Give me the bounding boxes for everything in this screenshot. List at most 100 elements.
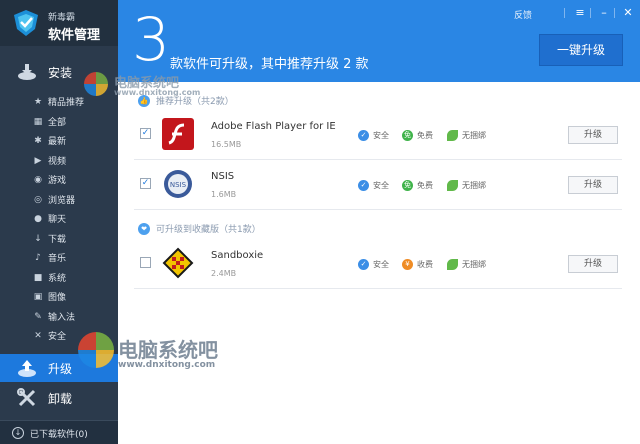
tool-icon: ✕ bbox=[34, 331, 42, 341]
sidebar-category-label: 下载 bbox=[48, 234, 67, 245]
shield-check-icon: ✓ bbox=[358, 180, 369, 191]
feedback-link[interactable]: 反馈 bbox=[514, 8, 532, 21]
row-checkbox[interactable] bbox=[140, 257, 151, 268]
nav-uninstall[interactable]: 卸载 bbox=[0, 384, 118, 412]
software-size: 2.4MB bbox=[211, 269, 237, 278]
sidebar-category-label: 音乐 bbox=[48, 254, 67, 264]
sidebar-category[interactable]: ◉ 游戏 bbox=[0, 171, 118, 189]
flash-player-icon bbox=[162, 118, 194, 150]
section-recommended-title: 推荐升级（共2款） bbox=[156, 97, 234, 107]
upgrade-button[interactable]: 升级 bbox=[568, 255, 618, 273]
tag-safe: ✓ 安全 bbox=[358, 130, 389, 141]
minimize-icon[interactable]: – bbox=[596, 6, 612, 20]
thumb-icon: 👍 bbox=[138, 94, 150, 107]
sidebar-category[interactable]: ✱ 最新 bbox=[0, 132, 118, 150]
free-icon: 免 bbox=[402, 130, 413, 141]
sidebar-category[interactable]: ▦ 全部 bbox=[0, 113, 118, 131]
sidebar-category-label: 输入法 bbox=[48, 312, 76, 323]
row-checkbox[interactable]: ✓ bbox=[140, 178, 151, 189]
leaf-icon bbox=[447, 180, 458, 191]
system-icon: ■ bbox=[33, 272, 43, 283]
sidebar-category[interactable]: ● 聊天 bbox=[0, 210, 118, 228]
wrench-icon bbox=[17, 388, 36, 407]
sandboxie-icon bbox=[162, 247, 194, 279]
sidebar-category[interactable]: ◎ 浏览器 bbox=[0, 191, 118, 209]
app-title: 软件管理 bbox=[48, 28, 101, 43]
music-icon: ♪ bbox=[35, 253, 41, 263]
tag-no-bundle: 无捆绑 bbox=[447, 259, 486, 270]
sidebar-category[interactable]: ✎ 输入法 bbox=[0, 308, 118, 326]
sidebar: 新毒霸 软件管理 安装 ★ 精品推荐 ▦ 全部 ✱ 最新 ▶ 视频 ◉ 游戏 ◎ 浏览器 ● 聊天 ↓ 下载 ♪… bbox=[0, 0, 118, 444]
image-icon: ▣ bbox=[33, 292, 43, 302]
download-icon: ↓ bbox=[34, 233, 42, 244]
software-name: NSIS bbox=[211, 171, 235, 182]
sidebar-category[interactable]: ♪ 音乐 bbox=[0, 249, 118, 267]
close-icon[interactable]: ✕ bbox=[620, 6, 636, 20]
upgrade-button[interactable]: 升级 bbox=[568, 176, 618, 194]
shield-logo-icon bbox=[14, 10, 38, 36]
sidebar-category-label: 聊天 bbox=[48, 215, 67, 225]
sidebar-category[interactable]: ★ 精品推荐 bbox=[0, 93, 118, 111]
nav-install[interactable]: 安装 bbox=[0, 58, 118, 86]
software-row-sandboxie[interactable]: Sandboxie 2.4MB ✓ 安全 ¥ 收费 无捆绑 升级 bbox=[134, 241, 622, 289]
tag-no-bundle: 无捆绑 bbox=[447, 130, 486, 141]
software-size: 1.6MB bbox=[211, 190, 237, 199]
sidebar-category-label: 视频 bbox=[48, 156, 67, 167]
tag-safe: ✓ 安全 bbox=[358, 180, 389, 191]
sidebar-category[interactable]: ↓ 下载 bbox=[0, 230, 118, 248]
sidebar-category[interactable]: ▣ 图像 bbox=[0, 288, 118, 306]
favorite-icon: ❤ bbox=[138, 222, 150, 235]
section-recommended: 👍 推荐升级（共2款） bbox=[138, 94, 234, 107]
nav-install-label: 安装 bbox=[48, 65, 73, 80]
one-click-upgrade-button[interactable]: 一键升级 bbox=[539, 34, 623, 66]
section-favorites: ❤ 可升级到收藏版（共1款） bbox=[138, 222, 261, 235]
leaf-icon bbox=[447, 130, 458, 141]
svg-text:NSIS: NSIS bbox=[170, 181, 187, 189]
free-icon: 免 bbox=[402, 180, 413, 191]
software-row-flash[interactable]: ✓ Adobe Flash Player for IE 16.5MB ✓ 安全 免… bbox=[134, 112, 622, 160]
star-icon: ★ bbox=[33, 97, 43, 107]
divider bbox=[564, 8, 565, 18]
divider bbox=[614, 8, 615, 18]
sidebar-category-label: 图像 bbox=[48, 293, 67, 303]
pen-icon: ✎ bbox=[34, 311, 42, 322]
sidebar-category[interactable]: ■ 系统 bbox=[0, 269, 118, 287]
app-logo: 新毒霸 软件管理 bbox=[0, 0, 118, 46]
software-name: Adobe Flash Player for IE bbox=[211, 121, 336, 132]
sidebar-category-label: 全部 bbox=[48, 117, 67, 128]
section-favorites-title: 可升级到收藏版（共1款） bbox=[156, 225, 261, 235]
upgrade-count: 3 bbox=[132, 5, 171, 75]
software-row-nsis[interactable]: ✓ NSIS NSIS 1.6MB ✓ 安全 免免费 无捆绑 升级 bbox=[134, 162, 622, 210]
tag-price: ¥ 收费 bbox=[402, 259, 433, 270]
downloaded-label: 已下载软件(0) bbox=[30, 430, 88, 440]
nsis-icon: NSIS bbox=[164, 170, 192, 198]
downloaded-software-link[interactable]: ↓ 已下载软件(0) bbox=[0, 420, 118, 444]
shield-check-icon: ✓ bbox=[358, 259, 369, 270]
sidebar-category-label: 系统 bbox=[48, 273, 67, 284]
game-icon: ◉ bbox=[34, 175, 42, 185]
grid-icon: ▦ bbox=[33, 116, 43, 127]
nav-upgrade-label: 升级 bbox=[48, 361, 73, 376]
software-name: Sandboxie bbox=[211, 250, 264, 261]
sidebar-category-label: 浏览器 bbox=[48, 195, 76, 206]
software-size: 16.5MB bbox=[211, 140, 242, 149]
row-checkbox[interactable]: ✓ bbox=[140, 128, 151, 139]
sidebar-category-label: 游戏 bbox=[48, 176, 67, 186]
chat-icon: ● bbox=[34, 214, 42, 224]
menu-icon[interactable]: ≡ bbox=[572, 6, 588, 20]
sidebar-category[interactable]: ▶ 视频 bbox=[0, 152, 118, 170]
app-brand: 新毒霸 bbox=[48, 13, 76, 23]
tag-price: 免免费 bbox=[402, 180, 433, 191]
sidebar-category[interactable]: ✕ 安全 bbox=[0, 327, 118, 345]
upgrade-headline: 款软件可升级，其中推荐升级 2 款 bbox=[170, 57, 369, 72]
nav-upgrade[interactable]: 升级 bbox=[0, 354, 118, 382]
upgrade-icon bbox=[18, 360, 36, 377]
leaf-icon bbox=[447, 259, 458, 270]
new-icon: ✱ bbox=[34, 136, 42, 146]
upgrade-button[interactable]: 升级 bbox=[568, 126, 618, 144]
tag-price: 免免费 bbox=[402, 130, 433, 141]
browser-icon: ◎ bbox=[34, 194, 42, 205]
download-arrow-icon: ↓ bbox=[12, 427, 24, 439]
video-icon: ▶ bbox=[34, 155, 42, 166]
paid-icon: ¥ bbox=[402, 259, 413, 270]
